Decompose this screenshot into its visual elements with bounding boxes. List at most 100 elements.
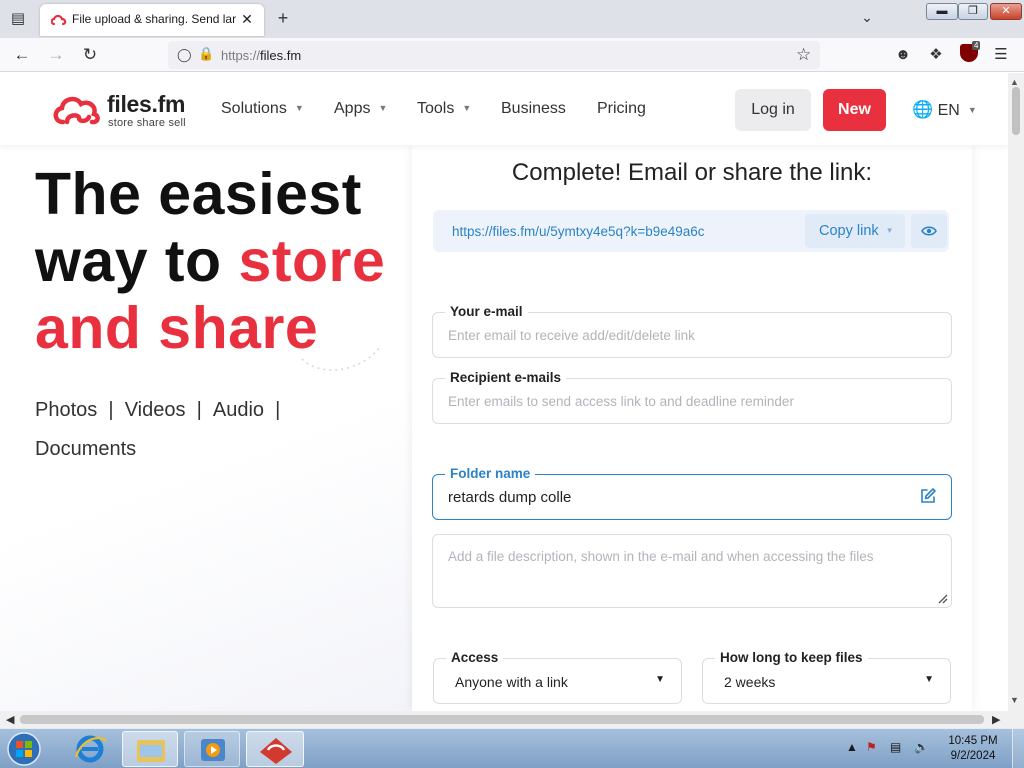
browser-tab-strip: ▤ File upload & sharing. Send large file…	[0, 0, 1024, 38]
reload-icon[interactable]: ↻	[79, 44, 101, 66]
recipient-emails-placeholder: Enter emails to send access link to and …	[448, 394, 794, 409]
url-text[interactable]: https://files.fm	[221, 48, 301, 63]
scroll-left-arrow-icon[interactable]: ◀	[6, 713, 14, 726]
copy-link-button[interactable]: Copy link ▼	[805, 214, 905, 248]
email-placeholder: Enter email to receive add/edit/delete l…	[448, 328, 695, 343]
browser-app-icon	[260, 738, 292, 764]
link-audio[interactable]: Audio	[213, 399, 264, 421]
chevron-down-icon: ▼	[294, 103, 304, 113]
account-icon[interactable]: ☻	[892, 44, 914, 66]
keep-duration-select[interactable]: How long to keep files 2 weeks ▼	[702, 650, 951, 704]
edit-pencil-icon[interactable]	[919, 487, 937, 505]
scroll-down-arrow-icon[interactable]: ▼	[1010, 695, 1019, 705]
menu-pricing[interactable]: Pricing	[597, 100, 646, 118]
login-button[interactable]: Log in	[735, 89, 811, 131]
logo-wordmark[interactable]: files.fm	[107, 91, 185, 118]
access-label: Access	[446, 650, 504, 665]
menu-business[interactable]: Business	[501, 100, 566, 118]
decorative-arc	[301, 346, 381, 371]
new-tab-icon[interactable]: +	[274, 9, 292, 27]
horizontal-scrollbar[interactable]: ◀ ▶	[0, 711, 1008, 728]
folder-name-value[interactable]: retards dump colle	[448, 489, 571, 506]
extensions-puzzle-icon[interactable]: ❖	[925, 44, 947, 66]
scrollbar-corner	[1008, 711, 1024, 728]
chevron-down-icon: ▼	[885, 226, 894, 235]
tab-close-icon[interactable]: ✕	[238, 10, 256, 28]
files-fm-logo-icon[interactable]	[52, 93, 102, 127]
tab-overflow-chevron-icon[interactable]: ⌄	[858, 9, 876, 27]
menu-apps[interactable]: Apps ▼	[334, 100, 387, 118]
link-documents[interactable]: Documents	[35, 438, 136, 460]
ublock-count-badge: 4	[972, 41, 981, 50]
share-link-url[interactable]: https://files.fm/u/5ymtxy4e5q?k=b9e49a6c	[452, 224, 705, 239]
keep-duration-value: 2 weeks	[724, 674, 776, 690]
app-menu-hamburger-icon[interactable]: ☰	[990, 44, 1012, 66]
tab-title: File upload & sharing. Send large files	[72, 12, 236, 26]
page-viewport: files.fm store share sell Solutions ▼ App…	[0, 73, 1008, 711]
window-restore-button[interactable]: ❐	[958, 3, 988, 20]
bookmark-star-icon[interactable]: ☆	[796, 45, 811, 65]
scroll-right-arrow-icon[interactable]: ▶	[992, 713, 1000, 726]
system-clock[interactable]: 10:45 PM 9/2/2024	[938, 734, 1008, 764]
folder-icon	[137, 740, 165, 762]
file-explorer-taskbar-icon[interactable]	[122, 731, 178, 767]
keep-duration-label: How long to keep files	[715, 650, 868, 665]
file-description-textarea[interactable]: Add a file description, shown in the e-m…	[432, 534, 952, 608]
language-selector[interactable]: 🌐 EN ▼	[912, 100, 977, 120]
chevron-down-icon: ▼	[967, 105, 977, 115]
folder-name-field[interactable]: Folder name retards dump colle	[432, 466, 952, 520]
browser-taskbar-icon[interactable]	[246, 731, 304, 767]
clock-date: 9/2/2024	[950, 750, 996, 762]
windows-taskbar: ▲ ⚑ ▤ 🔈 10:45 PM 9/2/2024	[0, 728, 1024, 768]
email-field[interactable]: Your e-mail Enter email to receive add/e…	[432, 304, 952, 358]
internet-explorer-taskbar-icon[interactable]	[62, 731, 118, 767]
vertical-scroll-thumb[interactable]	[1012, 87, 1020, 135]
logo-tagline: store share sell	[108, 117, 186, 129]
site-header: files.fm store share sell Solutions ▼ App…	[0, 73, 1008, 145]
recipient-emails-field[interactable]: Recipient e-mails Enter emails to send a…	[432, 370, 952, 424]
volume-muted-icon[interactable]: 🔈	[914, 740, 929, 754]
horizontal-scroll-thumb[interactable]	[20, 715, 984, 724]
new-upload-button[interactable]: New	[823, 89, 886, 131]
chevron-down-icon: ▼	[378, 103, 388, 113]
access-select[interactable]: Access Anyone with a link ▼	[433, 650, 682, 704]
show-desktop-button[interactable]	[1012, 729, 1024, 768]
menu-solutions[interactable]: Solutions ▼	[221, 100, 304, 118]
scroll-up-arrow-icon[interactable]: ▲	[1010, 77, 1019, 87]
window-minimize-button[interactable]: ▬	[926, 3, 958, 20]
globe-icon: 🌐	[912, 100, 934, 119]
address-bar[interactable]: ◯ 🔒 https://files.fm ☆	[168, 41, 820, 69]
folder-name-label: Folder name	[445, 466, 536, 481]
panel-heading: Complete! Email or share the link:	[511, 159, 873, 186]
eye-icon	[921, 226, 937, 236]
action-center-flag-icon[interactable]: ⚑	[866, 740, 877, 754]
clock-time: 10:45 PM	[948, 735, 998, 747]
chevron-down-icon: ▼	[462, 103, 472, 113]
internet-explorer-icon	[74, 735, 107, 763]
vertical-scrollbar[interactable]: ▲ ▼	[1008, 73, 1024, 711]
email-label: Your e-mail	[445, 304, 528, 319]
menu-tools[interactable]: Tools ▼	[417, 100, 471, 118]
link-photos[interactable]: Photos	[35, 399, 97, 421]
file-type-links: Photos | Videos | Audio | Documents	[35, 399, 281, 460]
start-button-windows-icon[interactable]	[4, 731, 44, 767]
list-all-tabs-icon[interactable]: ▤	[8, 9, 28, 29]
hero-headline: The easiest way to store and share	[35, 161, 386, 361]
browser-nav-bar: ← → ↻ ◯ 🔒 https://files.fm ☆ ☻ ❖ ☰	[0, 38, 1024, 72]
files-fm-favicon-icon	[51, 14, 67, 26]
show-hidden-icons-arrow-icon[interactable]: ▲	[846, 740, 858, 754]
preview-eye-button[interactable]	[911, 214, 947, 248]
tracking-protection-shield-icon[interactable]: ◯	[177, 47, 192, 63]
resize-grip-icon[interactable]	[936, 592, 948, 604]
dropdown-arrow-icon: ▼	[924, 674, 934, 685]
lock-icon[interactable]: 🔒	[198, 46, 214, 62]
window-close-button[interactable]: ✕	[990, 3, 1022, 20]
network-icon[interactable]: ▤	[890, 740, 901, 754]
link-videos[interactable]: Videos	[125, 399, 186, 421]
media-player-icon	[201, 739, 225, 761]
forward-arrow-icon[interactable]: →	[45, 44, 67, 66]
media-player-taskbar-icon[interactable]	[184, 731, 240, 767]
share-link-box: https://files.fm/u/5ymtxy4e5q?k=b9e49a6c…	[433, 210, 949, 252]
browser-tab-active[interactable]: File upload & sharing. Send large files …	[40, 4, 264, 36]
back-arrow-icon[interactable]: ←	[11, 44, 33, 66]
